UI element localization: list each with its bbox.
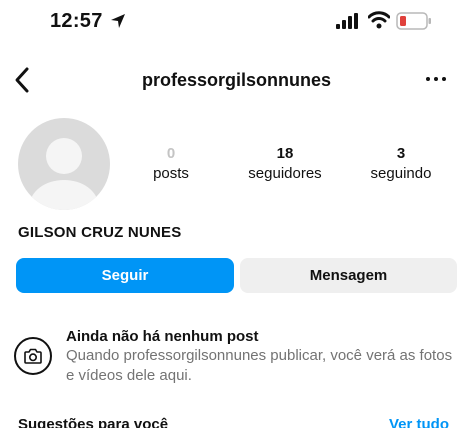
see-all-link[interactable]: Ver tudo [389,416,449,428]
avatar-head [46,138,82,174]
stat-followers-value: 18 [276,145,294,162]
location-arrow-icon [111,14,125,28]
profile-username: professorgilsonnunes [141,70,332,90]
cellular-signal-icon [336,13,358,29]
battery-low-icon [396,12,431,30]
default-avatar-icon[interactable] [18,118,110,210]
stat-followers[interactable]: 18 seguidores [236,145,334,184]
profile-full-name: GILSON CRUZ NUNES [18,224,182,241]
suggestions-title: Sugestões para você [18,416,169,428]
ellipsis-icon[interactable] [424,72,448,86]
stat-posts: 0 posts [140,145,202,184]
empty-state-title: Ainda não há nenhum post [66,328,259,345]
stat-posts-value: 0 [166,145,176,162]
stat-following[interactable]: 3 seguindo [360,145,442,184]
stat-following-label: seguindo [370,165,432,182]
stat-posts-label: posts [153,165,189,182]
status-bar: 12:57 [0,0,473,46]
message-button[interactable]: Mensagem [240,258,457,293]
follow-button[interactable]: Seguir [16,258,234,293]
status-time: 12:57 [50,10,103,32]
avatar-body [30,180,98,210]
wifi-icon [368,11,390,29]
stat-following-value: 3 [396,145,406,162]
camera-icon [14,337,52,375]
stat-followers-label: seguidores [248,165,322,182]
empty-state-description: Quando professorgilsonnunes publicar, vo… [66,347,453,384]
